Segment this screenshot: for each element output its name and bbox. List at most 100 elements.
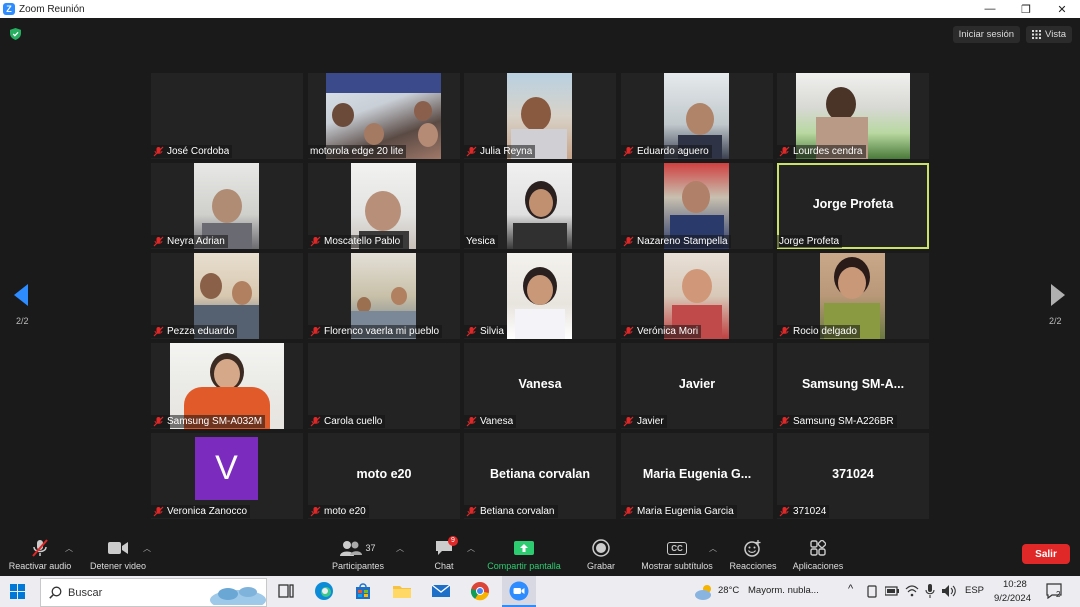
leave-meeting-button[interactable]: Salir [1022,544,1070,564]
weather-cloud-sun-icon[interactable] [694,582,714,602]
participant-tile[interactable]: Betiana corvalan Betiana corvalan [464,433,616,519]
participant-name: Yesica [466,236,496,247]
participant-tile[interactable]: moto e20 moto e20 [308,433,460,519]
participant-tile[interactable]: motorola edge 20 lite [308,73,460,159]
participant-nameplate: Rocio delgado [777,325,860,338]
file-explorer-icon[interactable] [392,581,412,601]
chat-options-chevron-icon[interactable]: ︿ [467,543,475,554]
close-button[interactable]: ✕ [1044,0,1080,18]
participant-tile[interactable]: 371024 371024 [777,433,929,519]
participants-options-chevron-icon[interactable]: ︿ [396,543,404,554]
participant-tile[interactable]: Verónica Mori [621,253,773,339]
encryption-shield-icon[interactable] [10,28,21,40]
participants-icon [340,541,363,556]
participant-tile[interactable]: Samsung SM-A032M [151,343,303,429]
participant-tile[interactable]: Julia Reyna [464,73,616,159]
window-title: Zoom Reunión [19,3,85,15]
microphone-tray-icon[interactable] [925,584,935,598]
input-language[interactable]: ESP [965,585,984,596]
participant-tile[interactable]: Pezza eduardo [151,253,303,339]
notifications-count: 2 [1056,590,1061,599]
participant-name: Moscatello Pablo [324,236,401,247]
device-tray-icon[interactable] [866,585,878,598]
participant-display-name: Maria Eugenia G... [642,467,752,481]
taskbar-search-box[interactable]: Buscar [40,578,267,607]
minimize-button[interactable]: — [972,0,1008,18]
participant-nameplate: Maria Eugenia Garcia [621,505,737,518]
microsoft-store-icon[interactable] [353,581,373,601]
participant-nameplate: Verónica Mori [621,325,702,338]
show-hidden-icons-chevron-icon[interactable]: ^ [848,583,853,595]
taskbar-zoom-active[interactable] [502,576,536,607]
window-titlebar: Z Zoom Reunión — ❐ ✕ [0,0,1080,18]
search-icon [49,586,62,599]
windows-taskbar: Buscar 28°C Mayorm. nubla... ^ ESP 10:28… [0,576,1080,607]
participant-tile[interactable]: Yesica [464,163,616,249]
participant-nameplate: Lourdes cendra [777,145,866,158]
muted-mic-icon [466,506,477,517]
participant-name: Samsung SM-A226BR [793,416,894,427]
participant-tile[interactable]: Rocio delgado [777,253,929,339]
participant-nameplate: Veronica Zanocco [151,505,251,518]
prev-page-arrow-icon[interactable] [14,284,28,306]
participant-tile[interactable]: Nazareno Stampella [621,163,773,249]
next-page-arrow-icon[interactable] [1051,284,1065,306]
participant-tile[interactable]: V Veronica Zanocco [151,433,303,519]
clock-time[interactable]: 10:28 [1003,579,1027,590]
share-screen-icon [514,541,534,555]
muted-mic-icon [466,416,477,427]
gallery-grid: José Cordoba motorola edge 20 lite Julia… [151,73,930,520]
participant-tile[interactable]: Javier Javier [621,343,773,429]
volume-icon[interactable] [942,585,956,597]
participant-name: 371024 [793,506,827,517]
audio-options-chevron-icon[interactable]: ︿ [65,543,73,554]
record-button[interactable]: Grabar [561,538,641,571]
record-label: Grabar [586,561,615,571]
zoom-logo-icon: Z [3,3,15,15]
participant-tile[interactable]: Eduardo aguero [621,73,773,159]
participant-nameplate: Samsung SM-A032M [151,415,266,428]
view-button[interactable]: Vista [1026,26,1072,43]
page-indicator-right: 2/2 [1049,316,1062,326]
signin-button[interactable]: Iniciar sesión [952,26,1021,43]
video-options-chevron-icon[interactable]: ︿ [143,543,151,554]
participant-tile[interactable]: Carola cuello [308,343,460,429]
participant-tile[interactable]: Samsung SM-A... Samsung SM-A226BR [777,343,929,429]
muted-mic-icon [623,236,634,247]
participant-name: Pezza eduardo [167,326,235,337]
participant-tile[interactable]: Maria Eugenia G... Maria Eugenia Garcia [621,433,773,519]
edge-browser-icon[interactable] [314,581,334,601]
participant-tile[interactable]: Silvia [464,253,616,339]
muted-mic-icon [310,236,321,247]
participant-name: Lourdes cendra [793,146,863,157]
participants-button[interactable]: 37 Participantes [318,538,398,571]
muted-microphone-icon [32,539,48,557]
participant-tile[interactable]: Neyra Adrian [151,163,303,249]
clock-date[interactable]: 9/2/2024 [994,593,1031,604]
participant-tile[interactable]: José Cordoba [151,73,303,159]
battery-icon[interactable] [885,586,899,596]
participant-tile-active-speaker[interactable]: Jorge Profeta Jorge Profeta [777,163,929,249]
weather-temperature[interactable]: 28°C [718,585,739,596]
maximize-button[interactable]: ❐ [1008,0,1044,18]
mail-icon[interactable] [431,581,451,601]
participant-tile[interactable]: Florenco vaerla mi pueblo [308,253,460,339]
participant-tile[interactable]: Vanesa Vanesa [464,343,616,429]
share-screen-button[interactable]: Compartir pantalla [484,538,564,571]
participant-display-name: Vanesa [518,377,562,391]
chat-unread-badge: 9 [448,536,458,546]
weather-description[interactable]: Mayorm. nubla... [748,585,819,596]
participant-display-name: moto e20 [356,467,412,481]
chat-label: Chat [434,561,454,571]
participant-tile[interactable]: Moscatello Pablo [308,163,460,249]
task-view-icon[interactable] [276,581,296,601]
show-captions-button[interactable]: CC Mostrar subtítulos [637,538,717,571]
participant-nameplate: Nazareno Stampella [621,235,731,248]
wifi-icon[interactable] [905,585,919,597]
apps-button[interactable]: Aplicaciones [778,538,858,571]
participant-name: Maria Eugenia Garcia [637,506,734,517]
chrome-browser-icon[interactable] [470,581,490,601]
windows-start-icon[interactable] [10,584,25,599]
participant-tile[interactable]: Lourdes cendra [777,73,929,159]
participant-nameplate: Silvia [464,325,507,338]
